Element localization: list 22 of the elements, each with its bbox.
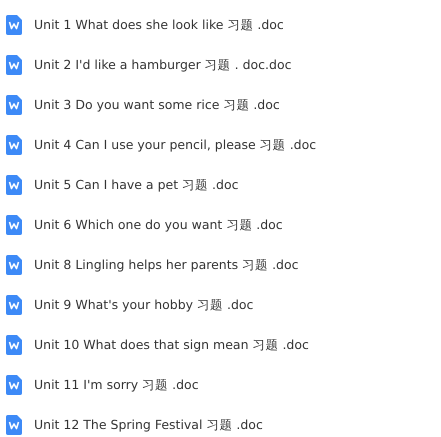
file-name[interactable]: Unit 1 What does she look like 习题 .doc: [34, 16, 284, 34]
file-name[interactable]: Unit 11 I'm sorry 习题 .doc: [34, 376, 199, 394]
file-name[interactable]: Unit 10 What does that sign mean 习题 .doc: [34, 336, 309, 354]
file-name[interactable]: Unit 4 Can I use your pencil, please 习题 .doc: [34, 136, 316, 154]
file-name[interactable]: Unit 5 Can I have a pet 习题 .doc: [34, 176, 238, 194]
file-name[interactable]: Unit 12 The Spring Festival 习题 .doc: [34, 416, 263, 434]
document-icon: [6, 15, 22, 35]
document-icon: [6, 295, 22, 315]
document-icon: [6, 335, 22, 355]
file-name[interactable]: Unit 6 Which one do you want 习题 .doc: [34, 216, 283, 234]
document-icon: [6, 95, 22, 115]
document-icon: [6, 415, 22, 435]
document-icon: [6, 135, 22, 155]
document-icon: [6, 255, 22, 275]
document-icon: [6, 55, 22, 75]
document-icon: [6, 215, 22, 235]
document-icon: [6, 375, 22, 395]
document-icon: [6, 175, 22, 195]
file-name[interactable]: Unit 2 I'd like a hamburger 习题 . doc.doc: [34, 56, 292, 74]
file-name[interactable]: Unit 8 Lingling helps her parents 习题 .doc: [34, 256, 299, 274]
file-name[interactable]: Unit 3 Do you want some rice 习题 .doc: [34, 96, 280, 114]
file-name[interactable]: Unit 9 What's your hobby 习题 .doc: [34, 296, 254, 314]
